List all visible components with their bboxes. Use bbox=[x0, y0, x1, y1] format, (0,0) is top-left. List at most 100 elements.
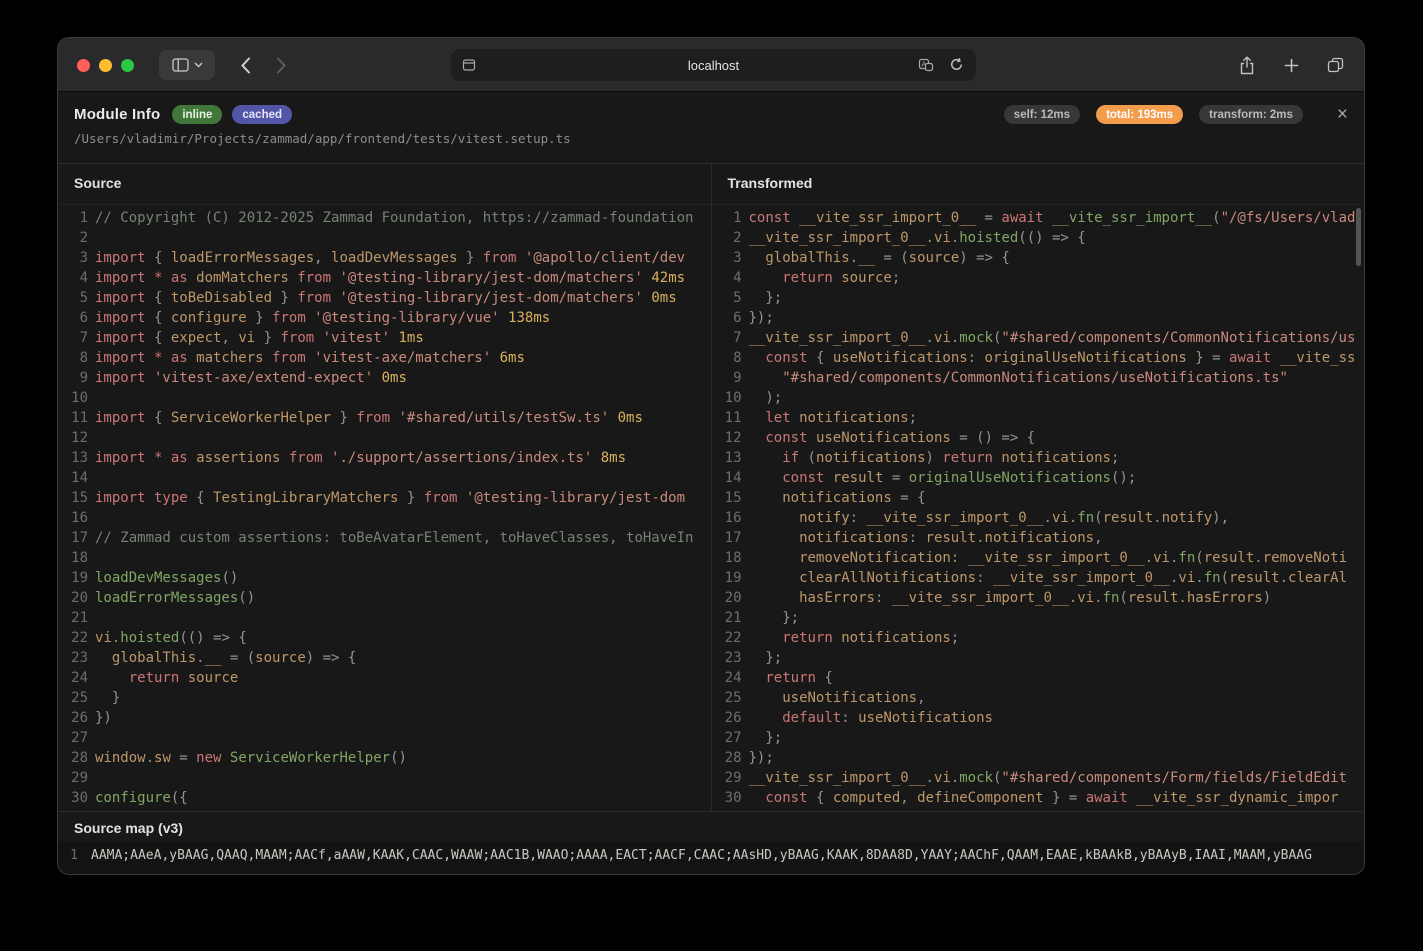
code-line: 20loadErrorMessages() bbox=[58, 588, 711, 608]
code-line: 13 if (notifications) return notificatio… bbox=[712, 448, 1365, 468]
code-line: 29 bbox=[58, 768, 711, 788]
code-line: 14 bbox=[58, 468, 711, 488]
code-line: 2__vite_ssr_import_0__.vi.hoisted(() => … bbox=[712, 228, 1365, 248]
code-line: 18 removeNotification: __vite_ssr_import… bbox=[712, 548, 1365, 568]
code-line: 15 notifications = { bbox=[712, 488, 1365, 508]
sourcemap-section: Source map (v3) 1AAMA;AAeA,yBAAG,QAAQ,MA… bbox=[58, 811, 1364, 874]
code-line: 7__vite_ssr_import_0__.vi.mock("#shared/… bbox=[712, 328, 1365, 348]
minimize-window-button[interactable] bbox=[99, 59, 112, 72]
code-line: 24 return source bbox=[58, 668, 711, 688]
code-line: 10 bbox=[58, 388, 711, 408]
code-line: 20 hasErrors: __vite_ssr_import_0__.vi.f… bbox=[712, 588, 1365, 608]
code-line: 27 }; bbox=[712, 728, 1365, 748]
page-title: Module Info bbox=[74, 106, 160, 123]
browser-window: localhost A bbox=[57, 37, 1365, 875]
code-line: 19 clearAllNotifications: __vite_ssr_imp… bbox=[712, 568, 1365, 588]
code-line: 3import { loadErrorMessages, loadDevMess… bbox=[58, 248, 711, 268]
code-line: 15import type { TestingLibraryMatchers }… bbox=[58, 488, 711, 508]
address-bar[interactable]: localhost A bbox=[451, 49, 976, 81]
sourcemap-content: 1AAMA;AAeA,yBAAG,QAAQ,MAAM;AACf,aAAW,KAA… bbox=[58, 842, 1364, 874]
code-line: 29__vite_ssr_import_0__.vi.mock("#shared… bbox=[712, 768, 1365, 788]
code-line: 4 return source; bbox=[712, 268, 1365, 288]
code-line: 9 "#shared/components/CommonNotification… bbox=[712, 368, 1365, 388]
code-line: 8import * as matchers from 'vitest-axe/m… bbox=[58, 348, 711, 368]
badge: cached bbox=[232, 105, 292, 124]
code-line: 7import { expect, vi } from 'vitest' 1ms bbox=[58, 328, 711, 348]
vertical-scrollbar[interactable] bbox=[1356, 208, 1361, 266]
forward-button[interactable] bbox=[266, 50, 296, 80]
badge: transform: 2ms bbox=[1199, 105, 1303, 124]
code-line: 6import { configure } from '@testing-lib… bbox=[58, 308, 711, 328]
new-tab-button[interactable] bbox=[1276, 50, 1306, 80]
share-button[interactable] bbox=[1232, 50, 1262, 80]
timing-badges: self: 12ms total: 193ms transform: 2ms bbox=[1004, 105, 1303, 124]
code-line: 13import * as assertions from './support… bbox=[58, 448, 711, 468]
code-line: 27 bbox=[58, 728, 711, 748]
code-line: 14 const result = originalUseNotificatio… bbox=[712, 468, 1365, 488]
code-line: 30configure({ bbox=[58, 788, 711, 808]
code-line: 24 return { bbox=[712, 668, 1365, 688]
code-line: 25 } bbox=[58, 688, 711, 708]
code-line: 30 const { computed, defineComponent } =… bbox=[712, 788, 1365, 808]
code-line: 23 }; bbox=[712, 648, 1365, 668]
code-line: 11 let notifications; bbox=[712, 408, 1365, 428]
code-line: 12 const useNotifications = () => { bbox=[712, 428, 1365, 448]
code-line: 1// Copyright (C) 2012-2025 Zammad Found… bbox=[58, 208, 711, 228]
back-button[interactable] bbox=[231, 50, 261, 80]
code-transformed: 1const __vite_ssr_import_0__ = await __v… bbox=[712, 205, 1365, 808]
code-line: 16 notify: __vite_ssr_import_0__.vi.fn(r… bbox=[712, 508, 1365, 528]
code-line: 22vi.hoisted(() => { bbox=[58, 628, 711, 648]
code-line: 8 const { useNotifications: originalUseN… bbox=[712, 348, 1365, 368]
module-badges: inline cached bbox=[172, 105, 292, 124]
code-line: 9import 'vitest-axe/extend-expect' 0ms bbox=[58, 368, 711, 388]
code-line: 4import * as domMatchers from '@testing-… bbox=[58, 268, 711, 288]
code-line: 19loadDevMessages() bbox=[58, 568, 711, 588]
code-source: 1// Copyright (C) 2012-2025 Zammad Found… bbox=[58, 205, 711, 808]
badge: inline bbox=[172, 105, 222, 124]
reload-icon[interactable] bbox=[949, 57, 964, 72]
code-panes: Source 1// Copyright (C) 2012-2025 Zamma… bbox=[58, 164, 1364, 811]
zoom-window-button[interactable] bbox=[121, 59, 134, 72]
page-settings-icon[interactable] bbox=[461, 57, 477, 73]
code-line: 1AAMA;AAeA,yBAAG,QAAQ,MAAM;AACf,aAAW,KAA… bbox=[58, 847, 1364, 867]
translate-icon[interactable]: A bbox=[918, 57, 934, 73]
code-line: 5 }; bbox=[712, 288, 1365, 308]
code-line: 16 bbox=[58, 508, 711, 528]
sourcemap-title: Source map (v3) bbox=[58, 812, 1364, 842]
code-line: 23 globalThis.__ = (source) => { bbox=[58, 648, 711, 668]
module-header: Module Info inline cached self: 12ms total… bbox=[58, 92, 1364, 164]
code-line: 21 }; bbox=[712, 608, 1365, 628]
code-line: 26 default: useNotifications bbox=[712, 708, 1365, 728]
sidebar-toggle-button[interactable] bbox=[159, 50, 215, 80]
code-line: 21 bbox=[58, 608, 711, 628]
code-line: 17// Zammad custom assertions: toBeAvata… bbox=[58, 528, 711, 548]
traffic-lights bbox=[77, 59, 134, 72]
code-line: 5import { toBeDisabled } from '@testing-… bbox=[58, 288, 711, 308]
badge: self: 12ms bbox=[1004, 105, 1080, 124]
transformed-pane: Transformed 1const __vite_ssr_import_0__… bbox=[712, 164, 1365, 811]
source-pane-title: Source bbox=[58, 164, 711, 205]
code-line: 6}); bbox=[712, 308, 1365, 328]
code-line: 17 notifications: result.notifications, bbox=[712, 528, 1365, 548]
inspect-page: Module Info inline cached self: 12ms total… bbox=[58, 92, 1364, 874]
code-line: 18 bbox=[58, 548, 711, 568]
module-file-path: /Users/vladimir/Projects/zammad/app/fron… bbox=[74, 131, 1348, 146]
code-line: 2 bbox=[58, 228, 711, 248]
browser-toolbar: localhost A bbox=[58, 38, 1364, 92]
tab-overview-button[interactable] bbox=[1320, 50, 1350, 80]
code-line: 3 globalThis.__ = (source) => { bbox=[712, 248, 1365, 268]
source-pane: Source 1// Copyright (C) 2012-2025 Zamma… bbox=[58, 164, 712, 811]
code-line: 10 ); bbox=[712, 388, 1365, 408]
code-line: 11import { ServiceWorkerHelper } from '#… bbox=[58, 408, 711, 428]
chevron-down-icon bbox=[194, 62, 203, 68]
close-icon[interactable]: × bbox=[1337, 106, 1348, 124]
code-line: 26}) bbox=[58, 708, 711, 728]
code-line: 28}); bbox=[712, 748, 1365, 768]
badge: total: 193ms bbox=[1096, 105, 1183, 124]
sidebar-icon bbox=[172, 58, 189, 72]
close-window-button[interactable] bbox=[77, 59, 90, 72]
code-line: 12 bbox=[58, 428, 711, 448]
url-text: localhost bbox=[688, 58, 739, 73]
code-line: 25 useNotifications, bbox=[712, 688, 1365, 708]
code-line: 22 return notifications; bbox=[712, 628, 1365, 648]
